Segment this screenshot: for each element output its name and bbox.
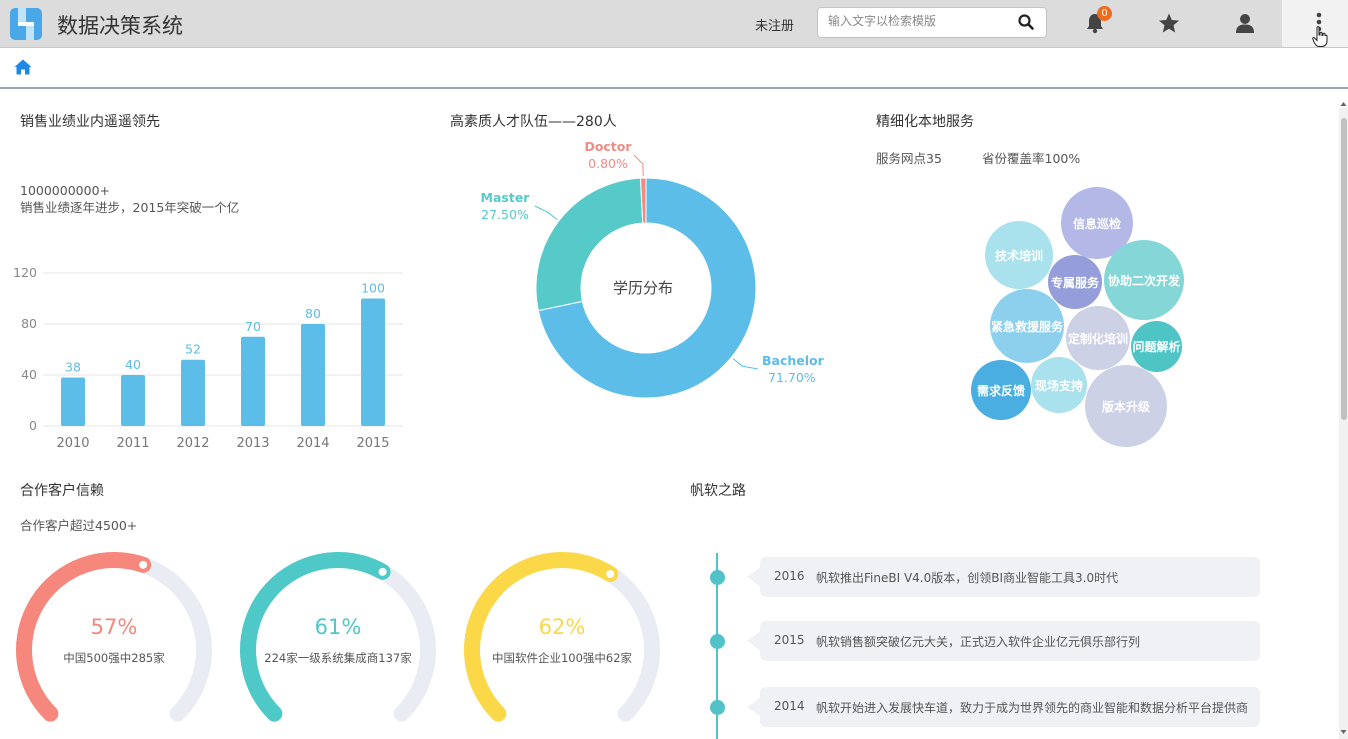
- timeline-arrow: [747, 697, 761, 717]
- talent-title: 高素质人才队伍——280人: [450, 114, 617, 130]
- bar-2011: [121, 375, 145, 426]
- gauge-handle: [376, 565, 389, 578]
- education-donut-chart: Bachelor 71.70% Master 27.50% Doctor 0.80% 学历分…: [481, 140, 825, 399]
- client-gauge: 62% 中国软件企业100强中62家: [464, 552, 660, 722]
- x-tick-label: 2013: [236, 436, 269, 451]
- scroll-up-icon[interactable]: [1339, 100, 1348, 108]
- bar-2014: [301, 324, 325, 426]
- timeline-year: 2016: [774, 569, 805, 583]
- x-tick-label: 2015: [356, 436, 389, 451]
- y-tick-label: 0: [29, 418, 37, 433]
- gauge-value: 57%: [91, 615, 138, 639]
- timeline-year: 2015: [774, 633, 805, 647]
- service-bubble: 需求反馈: [971, 360, 1031, 420]
- service-bubble: 紧急救援服务: [990, 289, 1064, 363]
- x-tick-label: 2014: [296, 436, 329, 451]
- breadcrumb: [0, 48, 1348, 89]
- client-gauge: 61% 224家一级系统集成商137家: [240, 552, 436, 722]
- search-input[interactable]: [828, 14, 1008, 28]
- service-bubble: 技术培训: [985, 221, 1053, 289]
- home-icon[interactable]: [14, 59, 32, 75]
- bar-2013: [241, 336, 265, 426]
- timeline-dot: [710, 570, 725, 585]
- service-points-stat: 服务网点35: [876, 151, 942, 166]
- donut-slice-value: 71.70%: [768, 370, 816, 385]
- bar-value-label: 70: [245, 319, 261, 334]
- timeline-dot: [710, 634, 725, 649]
- timeline-arrow: [747, 567, 761, 587]
- sales-title: 销售业绩业内遥遥领先: [20, 114, 160, 130]
- timeline-item: 2016 帆软推出FineBI V4.0版本，创领BI商业智能工具3.0时代: [760, 557, 1260, 597]
- y-tick-label: 120: [13, 265, 37, 280]
- sales-big-number: 1000000000+: [20, 183, 111, 198]
- bar-value-label: 100: [361, 281, 385, 296]
- timeline-text: 帆软推出FineBI V4.0版本，创领BI商业智能工具3.0时代: [816, 571, 1119, 585]
- service-bubble: 问题解析: [1131, 321, 1182, 372]
- donut-slice-name: Master: [481, 190, 531, 205]
- bar-2010: [61, 377, 85, 426]
- x-tick-label: 2011: [116, 436, 149, 451]
- app-logo-icon: [10, 8, 42, 40]
- service-coverage-stat: 省份覆盖率100%: [982, 151, 1081, 166]
- scrollbar-thumb[interactable]: [1341, 118, 1347, 420]
- gauge-label: 中国软件企业100强中62家: [492, 651, 633, 665]
- bar-2015: [361, 298, 385, 426]
- donut-slice-value: 27.50%: [481, 207, 529, 222]
- donut-leader-line: [633, 154, 644, 177]
- gauge-value: 61%: [315, 615, 362, 639]
- gauge-label: 中国500强中285家: [63, 651, 165, 665]
- bar-value-label: 38: [65, 360, 81, 375]
- bar-2012: [181, 359, 205, 426]
- x-tick-label: 2012: [176, 436, 209, 451]
- gauge-label: 224家一级系统集成商137家: [264, 651, 412, 665]
- service-bubble: 定制化培训: [1066, 306, 1130, 370]
- more-menu-button[interactable]: [1282, 0, 1348, 47]
- gauge-value: 62%: [539, 615, 586, 639]
- scroll-down-icon[interactable]: [1339, 728, 1348, 736]
- donut-slice-name: Doctor: [584, 140, 632, 154]
- service-bubble: 版本升级: [1085, 365, 1167, 447]
- bar-value-label: 52: [185, 342, 201, 357]
- service-bubble: 现场支持: [1031, 357, 1087, 413]
- x-tick-label: 2010: [56, 436, 89, 451]
- y-tick-label: 80: [21, 316, 37, 331]
- timeline-text: 帆软销售额突破亿元大关，正式迈入软件企业亿元俱乐部行列: [816, 635, 1141, 649]
- timeline-arrow: [747, 631, 761, 651]
- donut-leader-line: [534, 205, 558, 221]
- donut-leader-line: [732, 358, 759, 370]
- app-title: 数据决策系统: [57, 14, 183, 38]
- star-icon[interactable]: [1158, 12, 1180, 34]
- timeline-item: 2014 帆软开始进入发展快车道，致力于成为世界领先的商业智能和数据分析平台提供商: [760, 687, 1260, 727]
- sales-bar-chart: 0 40 80 120 38 2010 40 2011 52 2012 70 2013 80 2014 10…: [13, 265, 403, 451]
- gauge-handle: [137, 558, 150, 571]
- timeline-text: 帆软开始进入发展快车道，致力于成为世界领先的商业智能和数据分析平台提供商: [816, 701, 1249, 715]
- service-bubble: 协助二次开发: [1104, 240, 1184, 320]
- service-bubble: 专属服务: [1048, 255, 1102, 309]
- top-bar: 数据决策系统 未注册 0: [0, 0, 1348, 48]
- timeline-year: 2014: [774, 699, 805, 713]
- timeline-dot: [710, 700, 725, 715]
- clients-subtitle: 合作客户超过4500+: [20, 518, 138, 533]
- client-gauge: 57% 中国500强中285家: [16, 552, 212, 722]
- hand-cursor-icon: [1312, 26, 1328, 47]
- donut-center-label: 学历分布: [613, 279, 673, 297]
- user-icon[interactable]: [1234, 12, 1256, 34]
- notification-badge: 0: [1097, 6, 1112, 21]
- bar-value-label: 40: [125, 357, 141, 372]
- gauge-handle: [604, 568, 617, 581]
- search-icon[interactable]: [1018, 14, 1034, 30]
- bar-value-label: 80: [305, 306, 321, 321]
- sales-subtitle: 销售业绩逐年进步，2015年突破一个亿: [20, 200, 240, 215]
- unregistered-link[interactable]: 未注册: [755, 15, 794, 34]
- y-tick-label: 40: [21, 367, 37, 382]
- search-box[interactable]: [817, 7, 1047, 38]
- timeline-item: 2015 帆软销售额突破亿元大关，正式迈入软件企业亿元俱乐部行列: [760, 621, 1260, 661]
- donut-slice-value: 0.80%: [588, 156, 628, 171]
- history-title: 帆软之路: [690, 483, 746, 499]
- donut-slice-name: Bachelor: [762, 353, 825, 368]
- service-title: 精细化本地服务: [876, 114, 974, 130]
- clients-title: 合作客户信赖: [20, 483, 104, 499]
